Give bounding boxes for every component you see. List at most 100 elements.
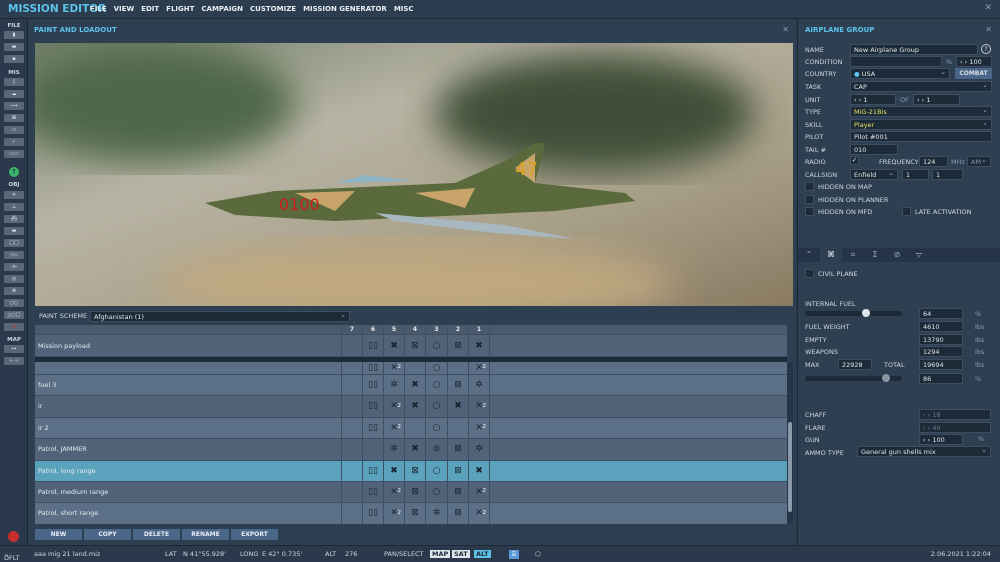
station-3-cell[interactable]: ✲ bbox=[425, 503, 447, 524]
type-select[interactable]: MiG-21Bis bbox=[850, 105, 992, 117]
menu-view[interactable]: VIEW bbox=[114, 5, 135, 13]
briefing-icon[interactable]: ▯ bbox=[4, 78, 24, 86]
total-weight-knob[interactable] bbox=[881, 374, 890, 382]
trigger-icon[interactable]: ⊠ bbox=[4, 114, 24, 122]
station-1-cell[interactable]: ✲ bbox=[468, 439, 489, 460]
station-3-cell[interactable]: ○ bbox=[425, 375, 447, 396]
check-icon[interactable]: ✓ bbox=[4, 138, 24, 146]
station-3-cell[interactable]: ○ bbox=[425, 417, 447, 439]
station-4-cell[interactable]: ⊠ bbox=[404, 482, 425, 503]
name-input[interactable]: New Airplane Group bbox=[850, 44, 978, 55]
station-6-cell[interactable]: ▯▯ bbox=[362, 482, 383, 503]
export-button[interactable]: EXPORT bbox=[231, 529, 278, 540]
station-7-cell[interactable] bbox=[341, 375, 362, 396]
station-4-cell[interactable]: ⊠ bbox=[404, 460, 425, 481]
callsign-select[interactable]: Enfield bbox=[850, 168, 898, 180]
gun-stepper[interactable]: ‹ › 100 bbox=[919, 434, 963, 445]
ruler-icon[interactable]: ⊢⊣ bbox=[4, 357, 24, 365]
menu-campaign[interactable]: CAMPAIGN bbox=[201, 5, 243, 13]
vehicle-icon[interactable]: ▬ bbox=[4, 227, 24, 235]
internal-fuel-input[interactable]: 64 bbox=[919, 308, 963, 319]
station-1-cell[interactable]: ✕ 2 bbox=[468, 503, 489, 524]
list-item[interactable]: ▯▯ ✕ 2 ○ ✕ 2 bbox=[35, 362, 787, 375]
save-file-icon[interactable]: ▪ bbox=[4, 55, 24, 63]
station-3-cell[interactable]: ○ bbox=[425, 362, 447, 374]
menu-file[interactable]: FILE bbox=[90, 5, 107, 13]
list-item[interactable]: ir 2 ▯▯ ✕ 2 ○ ✕ 2 bbox=[35, 417, 787, 440]
station-1-cell[interactable]: ✕ 2 bbox=[468, 482, 489, 503]
aircraft-preview[interactable]: 0100 47 bbox=[35, 43, 793, 306]
forbidden-icon[interactable]: ⊘ bbox=[886, 248, 908, 262]
station-6-cell[interactable] bbox=[362, 439, 383, 460]
condition-stepper[interactable]: ‹ › 100 bbox=[956, 56, 992, 67]
group-icon[interactable]: ○○ bbox=[4, 299, 24, 307]
station-7-cell[interactable] bbox=[341, 396, 362, 417]
open-file-icon[interactable]: ▬ bbox=[4, 43, 24, 51]
route-icon[interactable]: ⌃ bbox=[798, 248, 820, 262]
station-7-cell[interactable] bbox=[341, 439, 362, 460]
station-6-cell[interactable]: ▯▯ bbox=[362, 375, 383, 396]
total-weight-slider[interactable] bbox=[805, 374, 902, 382]
station-7-cell[interactable] bbox=[341, 335, 362, 356]
station-2-cell[interactable] bbox=[447, 362, 468, 374]
map-key-icon[interactable]: ⊶ bbox=[4, 345, 24, 353]
fuel-weight-input[interactable]: 4610 bbox=[919, 321, 963, 332]
template-icon[interactable]: ◇◇ bbox=[4, 251, 24, 259]
tail-input[interactable]: 010 bbox=[850, 144, 898, 155]
station-6-cell[interactable]: ▯▯ bbox=[362, 396, 383, 417]
close-panel-icon[interactable]: ✕ bbox=[782, 25, 789, 34]
helicopter-icon[interactable]: ⟂ bbox=[4, 203, 24, 211]
sat-button[interactable]: SAT bbox=[452, 550, 470, 558]
station-7-cell[interactable] bbox=[341, 482, 362, 503]
combat-button[interactable]: COMBAT bbox=[955, 68, 992, 79]
station-1-cell[interactable]: ✖ bbox=[468, 335, 489, 356]
station-6-cell[interactable]: ▯▯ bbox=[362, 362, 383, 374]
payload-icon[interactable]: ⌘ bbox=[820, 248, 842, 262]
unit-of-stepper[interactable]: ‹ › 1 bbox=[913, 94, 960, 105]
modulation-select[interactable]: AM bbox=[967, 155, 991, 167]
trigger-zone-icon[interactable]: ⟿ bbox=[4, 102, 24, 110]
summary-icon[interactable]: Σ bbox=[864, 248, 886, 262]
pilot-input[interactable]: Pilot #001 bbox=[850, 131, 992, 142]
help-icon[interactable]: ? bbox=[981, 44, 991, 54]
station-1-cell[interactable]: ✕ 2 bbox=[468, 417, 489, 439]
delete-button[interactable]: DELETE bbox=[133, 529, 180, 540]
callsign-number-2[interactable]: 1 bbox=[932, 169, 963, 180]
station-4-cell[interactable] bbox=[404, 362, 425, 374]
hidden-mfd-checkbox[interactable] bbox=[805, 207, 814, 216]
station-3-cell[interactable]: ○ bbox=[425, 460, 447, 481]
hidden-planner-checkbox[interactable] bbox=[805, 195, 814, 204]
menu-flight[interactable]: FLIGHT bbox=[166, 5, 194, 13]
station-5-cell[interactable]: ✕ 2 bbox=[383, 482, 404, 503]
radio-icon[interactable]: ᯤ bbox=[908, 248, 930, 262]
fullscreen-icon[interactable]: ⬡ bbox=[535, 550, 541, 558]
station-7-cell[interactable] bbox=[341, 362, 362, 374]
list-item[interactable]: Patrol, short range ▯▯ ✕ 2 ⊠ ✲ ⊠ ✕ 2 bbox=[35, 503, 787, 524]
layers-icon[interactable]: ⌸ bbox=[509, 550, 519, 559]
static-object-icon[interactable]: □□ bbox=[4, 239, 24, 247]
station-2-cell[interactable]: ⊠ bbox=[447, 503, 468, 524]
station-1-cell[interactable]: ✕ 2 bbox=[468, 362, 489, 374]
close-app-icon[interactable]: ✕ bbox=[984, 3, 992, 13]
station-5-cell[interactable]: ✖ bbox=[383, 460, 404, 481]
delete-icon[interactable]: ✕ bbox=[4, 323, 24, 331]
list-item[interactable]: Patrol, long range ▯▯ ✖ ⊠ ○ ⊠ ✖ bbox=[35, 460, 787, 482]
late-activation-checkbox[interactable] bbox=[902, 207, 911, 216]
station-5-cell[interactable]: ✲ bbox=[383, 439, 404, 460]
flare-stepper[interactable]: ‹ › 40 bbox=[919, 422, 991, 433]
station-2-cell[interactable]: ⊠ bbox=[447, 335, 468, 356]
station-4-cell[interactable]: ✖ bbox=[404, 375, 425, 396]
station-1-cell[interactable]: ✖ bbox=[468, 460, 489, 481]
station-5-cell[interactable]: ✕ 2 bbox=[383, 417, 404, 439]
rename-button[interactable]: RENAME bbox=[182, 529, 229, 540]
civil-plane-checkbox[interactable] bbox=[805, 269, 814, 278]
station-2-cell[interactable]: ⊠ bbox=[447, 375, 468, 396]
aircraft-icon[interactable]: ⌗ bbox=[842, 248, 864, 262]
record-icon[interactable] bbox=[8, 531, 19, 542]
target-icon[interactable]: ⊗ bbox=[4, 287, 24, 295]
station-5-cell[interactable]: ✕ 2 bbox=[383, 362, 404, 374]
internal-fuel-knob[interactable] bbox=[861, 309, 870, 317]
station-2-cell[interactable]: ⊠ bbox=[447, 482, 468, 503]
station-6-cell[interactable]: ▯▯ bbox=[362, 417, 383, 439]
station-2-cell[interactable]: ⊠ bbox=[447, 460, 468, 481]
